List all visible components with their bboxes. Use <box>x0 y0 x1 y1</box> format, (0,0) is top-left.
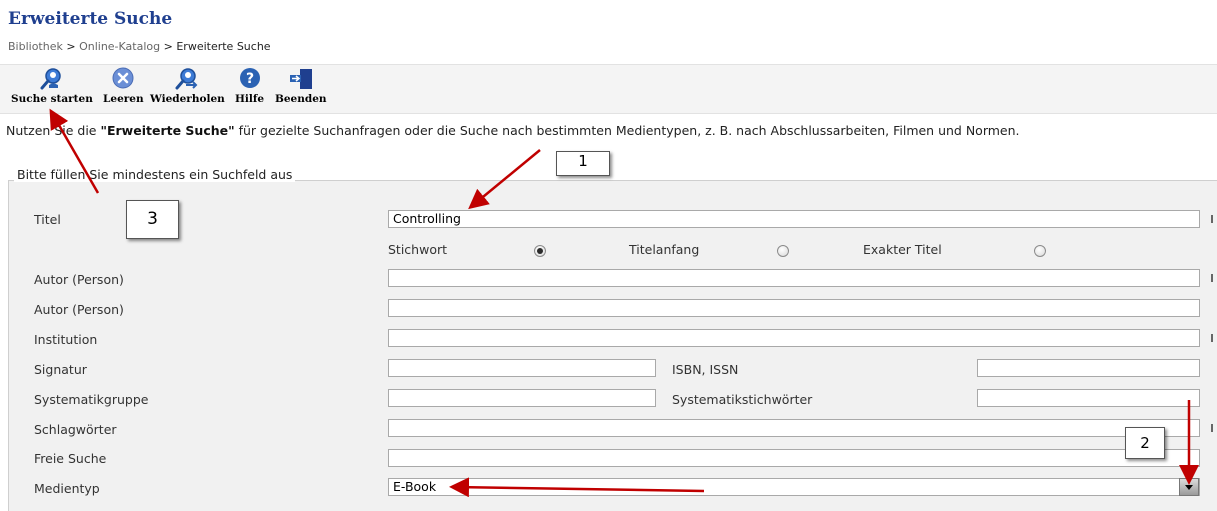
medientyp-select[interactable]: E-Book <box>388 478 1200 496</box>
titel-input[interactable]: Controlling <box>388 210 1200 228</box>
repeat-label: Wiederholen <box>150 93 225 105</box>
form-legend: Bitte füllen Sie mindestens ein Suchfeld… <box>14 167 296 182</box>
svg-text:?: ? <box>245 71 253 87</box>
freie-suche-input[interactable] <box>388 449 1200 467</box>
breadcrumb-separator: > <box>66 40 76 53</box>
exit-label: Beenden <box>275 93 327 105</box>
autor-2-label: Autor (Person) <box>34 302 124 317</box>
titelanfang-radio[interactable] <box>777 245 789 257</box>
autor-1-input[interactable] <box>388 269 1200 287</box>
signatur-label: Signatur <box>34 362 87 377</box>
exakter-titel-radio[interactable] <box>1034 245 1046 257</box>
stichwort-radio[interactable] <box>534 245 546 257</box>
toolbar: Suche starten Leeren Wiederholen ? Hilfe <box>0 64 1217 114</box>
page-title: Erweiterte Suche <box>8 9 173 29</box>
autor-2-input[interactable] <box>388 299 1200 317</box>
autor-1-label: Autor (Person) <box>34 272 124 287</box>
breadcrumb-link-bibliothek[interactable]: Bibliothek <box>8 40 63 53</box>
callout-1: 1 <box>556 151 610 176</box>
breadcrumb-current: Erweiterte Suche <box>176 40 271 53</box>
systematikstichwoerter-label: Systematikstichwörter <box>672 392 813 407</box>
titelanfang-label: Titelanfang <box>629 242 700 257</box>
clear-x-icon <box>112 67 134 89</box>
help-icon: ? <box>239 68 260 88</box>
repeat-button[interactable]: Wiederholen <box>150 67 225 105</box>
callout-3: 3 <box>126 200 179 239</box>
start-search-label: Suche starten <box>11 93 93 105</box>
field-edge-marker <box>1211 334 1213 342</box>
clear-button[interactable]: Leeren <box>103 67 144 105</box>
breadcrumb-link-online-katalog[interactable]: Online-Katalog <box>79 40 160 53</box>
field-edge-marker <box>1211 424 1213 432</box>
repeat-search-icon <box>175 68 198 90</box>
freie-suche-label: Freie Suche <box>34 451 107 466</box>
systematikgruppe-input[interactable] <box>388 389 656 407</box>
medientyp-dropdown-button[interactable] <box>1179 478 1199 496</box>
isbn-issn-input[interactable] <box>977 359 1200 377</box>
systematikstichwoerter-input[interactable] <box>977 389 1200 407</box>
schlagwoerter-label: Schlagwörter <box>34 422 117 437</box>
help-button[interactable]: ? Hilfe <box>235 67 264 105</box>
help-label: Hilfe <box>235 93 265 105</box>
exakter-titel-label: Exakter Titel <box>863 242 942 257</box>
isbn-issn-label: ISBN, ISSN <box>672 362 739 377</box>
start-search-button[interactable]: Suche starten <box>11 67 93 105</box>
institution-label: Institution <box>34 332 98 347</box>
exit-button[interactable]: Beenden <box>275 67 327 105</box>
medientyp-label: Medientyp <box>34 481 100 496</box>
callout-2: 2 <box>1125 427 1165 459</box>
clear-label: Leeren <box>103 93 144 105</box>
breadcrumb-separator: > <box>163 40 173 53</box>
search-person-icon <box>40 68 61 90</box>
exit-door-icon <box>289 69 312 89</box>
stichwort-label: Stichwort <box>388 242 448 257</box>
systematikgruppe-label: Systematikgruppe <box>34 392 149 407</box>
signatur-input[interactable] <box>388 359 656 377</box>
titel-label: Titel <box>34 212 61 227</box>
field-edge-marker <box>1211 274 1213 282</box>
breadcrumb: Bibliothek > Online-Katalog > Erweiterte… <box>8 40 271 53</box>
institution-input[interactable] <box>388 329 1200 347</box>
field-edge-marker <box>1211 215 1213 223</box>
schlagwoerter-input[interactable] <box>388 419 1200 437</box>
intro-text: Nutzen Sie die "Erweiterte Suche" für ge… <box>6 123 1020 138</box>
